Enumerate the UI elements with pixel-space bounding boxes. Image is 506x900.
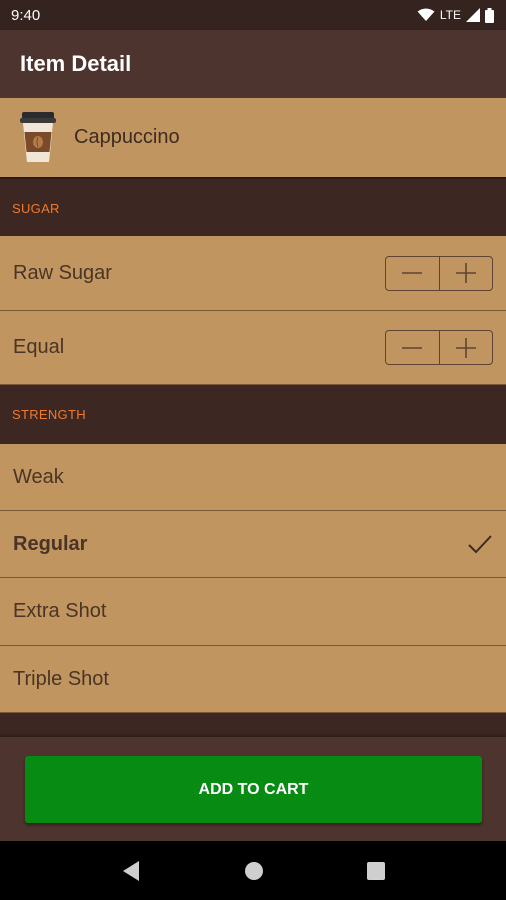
navigation-bar (0, 841, 506, 900)
strength-label: Triple Shot (13, 667, 109, 690)
sugar-label: Raw Sugar (13, 261, 112, 284)
minus-icon (402, 346, 423, 349)
sugar-row-raw-sugar: Raw Sugar (0, 236, 506, 311)
quantity-stepper (385, 255, 493, 291)
status-bar: 9:40 LTE (0, 0, 506, 30)
strength-option-regular[interactable]: Regular (0, 511, 506, 578)
strength-label: Weak (13, 465, 64, 488)
coffee-cup-icon (18, 111, 58, 164)
increment-button[interactable] (438, 331, 493, 364)
quantity-stepper (385, 330, 493, 365)
plus-icon (455, 337, 476, 358)
status-time: 9:40 (11, 6, 41, 24)
sugar-row-equal: Equal (0, 311, 506, 385)
strength-label: Extra Shot (13, 600, 107, 622)
status-icons: LTE (417, 7, 494, 23)
strength-option-extra-shot[interactable]: Extra Shot (0, 578, 506, 646)
battery-icon (485, 7, 494, 23)
increment-button[interactable] (438, 256, 493, 290)
page-title: Item Detail (20, 51, 132, 76)
home-icon[interactable] (244, 861, 264, 881)
decrement-button[interactable] (386, 331, 439, 364)
item-header: Cappuccino (0, 98, 506, 179)
decrement-button[interactable] (386, 257, 439, 290)
strength-label: Regular (13, 532, 88, 555)
add-to-cart-button[interactable]: ADD TO CART (25, 756, 482, 823)
recents-icon[interactable] (366, 861, 385, 880)
signal-icon (466, 8, 480, 22)
footer-bar: ADD TO CART (0, 737, 506, 841)
sugar-label: Equal (13, 336, 65, 358)
back-icon[interactable] (121, 860, 141, 882)
plus-icon (455, 263, 476, 283)
section-title-strength: STRENGTH (12, 407, 86, 422)
network-type: LTE (439, 8, 461, 22)
minus-icon (402, 272, 423, 274)
strength-option-triple-shot[interactable]: Triple Shot (0, 646, 506, 713)
strength-option-weak[interactable]: Weak (0, 444, 506, 511)
app-bar: Item Detail (0, 30, 506, 98)
section-title-sugar: SUGAR (12, 200, 60, 216)
section-header-strength: STRENGTH (0, 385, 506, 444)
wifi-icon (417, 8, 435, 21)
checkmark-icon (468, 535, 492, 554)
section-header-sugar: SUGAR (0, 180, 506, 236)
item-name: Cappuccino (74, 126, 180, 148)
